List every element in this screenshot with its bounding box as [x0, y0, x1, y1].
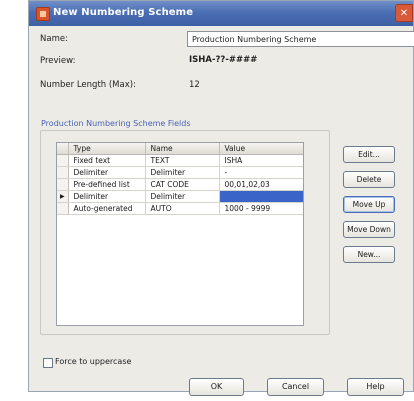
table-row-current[interactable]: ▶ Delimiter Delimiter	[57, 190, 303, 203]
delete-button[interactable]: Delete	[343, 171, 395, 188]
row-header	[57, 202, 69, 215]
column-header-type[interactable]: Type	[68, 143, 146, 155]
numbering-scheme-dialog: New Numbering Scheme ✕ Name: Preview: IS…	[28, 0, 414, 396]
cell-name: Delimiter	[145, 190, 220, 203]
cell-value[interactable]: -	[219, 166, 303, 179]
cell-type: Delimiter	[68, 190, 146, 203]
cell-name: AUTO	[145, 202, 220, 215]
row-header-corner	[57, 143, 69, 155]
force-uppercase-checkbox[interactable]	[43, 358, 53, 368]
dialog-title: New Numbering Scheme	[53, 7, 194, 18]
new-button[interactable]: New...	[343, 246, 395, 263]
number-length-value: 12	[189, 80, 200, 90]
table-row[interactable]: Delimiter Delimiter -	[57, 166, 303, 179]
fields-group-title: Production Numbering Scheme Fields	[38, 119, 194, 128]
preview-label: Preview:	[40, 56, 76, 66]
app-icon	[36, 7, 50, 21]
table-row[interactable]: Fixed text TEXT ISHA	[57, 154, 303, 167]
table-row[interactable]: Pre-defined list CAT CODE 00,01,02,03	[57, 178, 303, 191]
table-header-row: Type Name Value	[57, 143, 303, 155]
table-row[interactable]: Auto-generated AUTO 1000 - 9999	[57, 202, 303, 215]
row-header	[57, 154, 69, 167]
cell-name: TEXT	[145, 154, 220, 167]
name-input[interactable]	[187, 31, 414, 47]
cell-name: CAT CODE	[145, 178, 220, 191]
cell-type: Pre-defined list	[68, 178, 146, 191]
move-up-button[interactable]: Move Up	[343, 196, 395, 213]
move-down-button[interactable]: Move Down	[343, 221, 395, 238]
cell-type: Auto-generated	[68, 202, 146, 215]
help-button[interactable]: Help	[347, 378, 404, 396]
number-length-label: Number Length (Max):	[40, 80, 136, 90]
column-header-value[interactable]: Value	[219, 143, 303, 155]
cell-value[interactable]: 00,01,02,03	[219, 178, 303, 191]
cell-value-selected[interactable]	[219, 190, 303, 203]
current-row-marker-icon: ▶	[57, 190, 69, 203]
cell-name: Delimiter	[145, 166, 220, 179]
name-label: Name:	[40, 34, 68, 44]
edit-button[interactable]: Edit...	[343, 146, 395, 163]
cell-type: Fixed text	[68, 154, 146, 167]
row-header	[57, 178, 69, 191]
cell-value[interactable]: 1000 - 9999	[219, 202, 303, 215]
preview-value: ISHA-??-####	[189, 55, 258, 65]
force-uppercase-label[interactable]: Force to uppercase	[55, 357, 131, 366]
column-header-name[interactable]: Name	[145, 143, 220, 155]
title-bar[interactable]: New Numbering Scheme ✕	[29, 1, 413, 26]
cell-type: Delimiter	[68, 166, 146, 179]
ok-button[interactable]: OK	[189, 378, 244, 396]
fields-table[interactable]: Type Name Value Fixed text TEXT ISHA Del…	[56, 142, 304, 326]
cell-value[interactable]: ISHA	[219, 154, 303, 167]
close-button[interactable]: ✕	[395, 4, 413, 22]
row-header	[57, 166, 69, 179]
cancel-button[interactable]: Cancel	[267, 378, 324, 396]
